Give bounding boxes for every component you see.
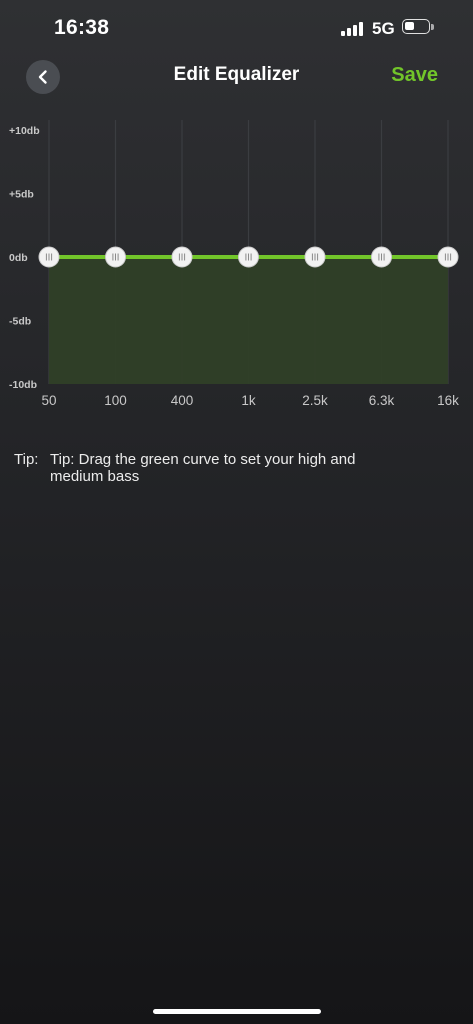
eq-band-handle-6.3k[interactable] [371,246,392,268]
status-bar: 16:38 5G [0,0,473,56]
x-tick-label: 16k [437,393,459,408]
tip-label: Tip: [14,451,39,468]
tip-text: Tip: Drag the green curve to set your hi… [50,451,356,485]
save-button[interactable]: Save [391,64,438,87]
y-tick-label: -10db [9,379,37,391]
battery-icon [402,19,430,34]
network-type: 5G [372,19,395,38]
y-tick-label: +5db [9,189,34,201]
x-tick-label: 100 [104,393,127,408]
x-tick-label: 400 [171,393,194,408]
y-tick-label: -5db [9,316,31,328]
battery-level [405,22,414,30]
eq-band-handle-400[interactable] [171,246,193,268]
eq-curve-fill [49,257,448,384]
x-tick-label: 2.5k [302,393,328,408]
y-tick-label: +10db [9,125,40,137]
status-time: 16:38 [54,16,110,39]
battery-cap [431,24,434,30]
eq-band-handle-16k[interactable] [437,246,459,268]
y-tick-label: 0db [9,252,28,264]
x-tick-label: 1k [241,393,256,408]
signal-strength-icon [341,22,365,36]
equalizer-graph[interactable]: +10db +5db 0db -5db -10db 50 100 400 1k 2.5k 6.3k 1… [0,110,473,420]
x-tick-label: 50 [41,393,56,408]
eq-band-handle-100[interactable] [105,246,126,268]
home-indicator[interactable] [153,1009,321,1014]
equalizer-chart[interactable]: +10db +5db 0db -5db -10db 50 100 400 1k 2.5k 6.3k 1… [0,110,473,420]
eq-band-handle-2.5k[interactable] [304,246,326,268]
eq-band-handle-50[interactable] [38,246,60,268]
x-tick-label: 6.3k [369,393,395,408]
eq-band-handle-1k[interactable] [238,246,259,268]
